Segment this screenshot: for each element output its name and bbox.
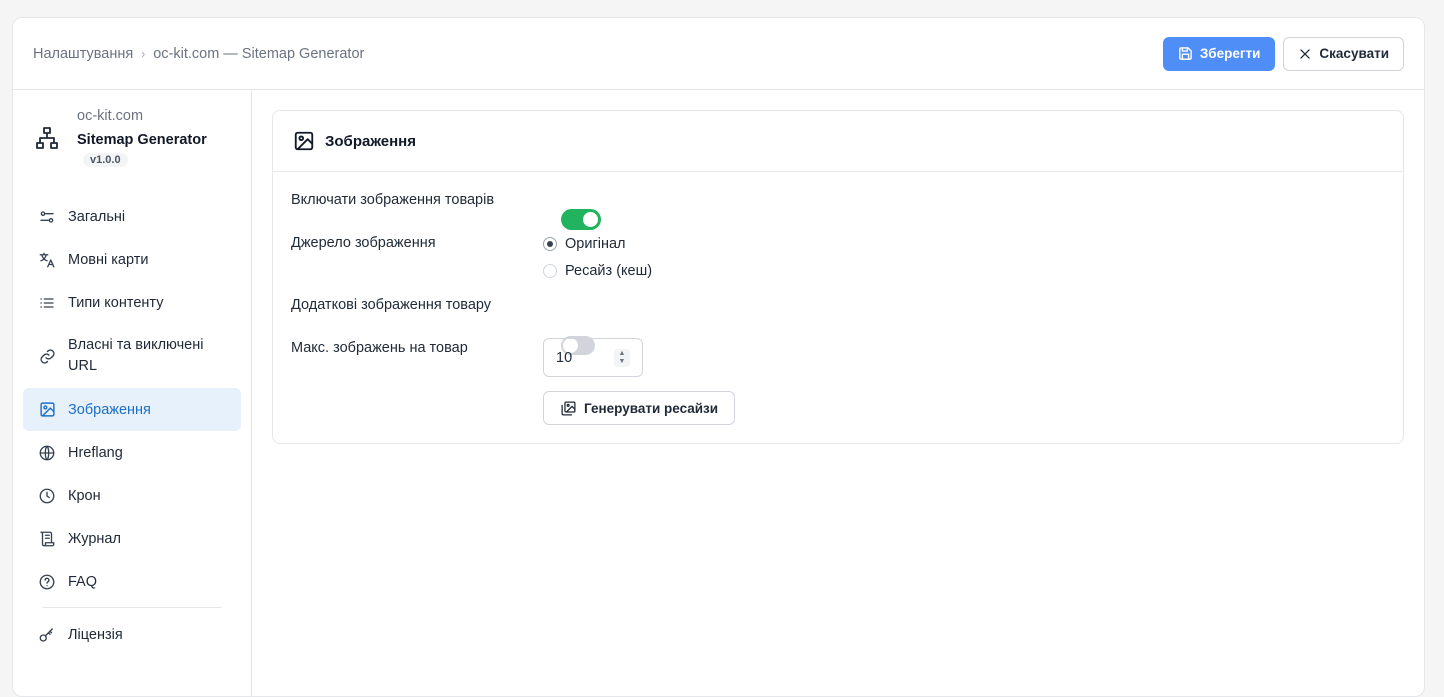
sidebar-item-label: Hreflang (68, 444, 123, 461)
sidebar-item-images[interactable]: Зображення (23, 388, 241, 431)
sidebar-item-label: Загальні (68, 208, 126, 225)
sidebar-item-hreflang[interactable]: Hreflang (23, 431, 241, 474)
image-source-radio-group: Оригінал Ресайз (кеш) (543, 234, 652, 281)
sidebar-item-label: Крон (68, 487, 101, 504)
radio-resize-cache[interactable]: Ресайз (кеш) (543, 261, 652, 281)
chevron-up-icon[interactable]: ▲ (619, 350, 626, 358)
list-icon (38, 294, 56, 312)
globe-icon (38, 444, 56, 462)
card-header: Зображення (273, 111, 1403, 172)
max-images-input[interactable]: 10 ▲ ▼ (543, 338, 643, 377)
chevron-down-icon[interactable]: ▼ (619, 358, 626, 366)
sidebar-item-custom-urls[interactable]: Власні та виключені URL (23, 324, 241, 388)
sidebar-item-label: Зображення (68, 401, 151, 418)
page-header: Налаштування › oc-kit.com — Sitemap Gene… (13, 18, 1424, 90)
breadcrumb-separator-icon: › (141, 46, 146, 61)
sidebar-item-label: FAQ (68, 573, 98, 590)
sliders-icon (38, 208, 56, 226)
images-settings-card: Зображення Включати зображення товарів Д… (272, 110, 1404, 444)
generate-button-label: Генерувати ресайзи (584, 400, 719, 416)
page-body: oc-kit.com Sitemap Generator v1.0.0 Зага… (13, 90, 1424, 697)
close-icon (1300, 48, 1311, 59)
toggle-knob (583, 212, 598, 227)
sidebar-item-label: Ліцензія (68, 626, 123, 643)
sidebar-item-label: Власні та виключені URL (68, 337, 204, 374)
radio-original[interactable]: Оригінал (543, 234, 652, 254)
sidebar-item-general[interactable]: Загальні (23, 195, 241, 238)
link-icon (38, 347, 56, 365)
generate-resizes-button[interactable]: Генерувати ресайзи (543, 391, 736, 425)
brand-texts: oc-kit.com Sitemap Generator v1.0.0 (77, 108, 207, 167)
save-button[interactable]: Зберегти (1162, 36, 1276, 71)
sidebar-item-journal[interactable]: Журнал (23, 517, 241, 560)
translate-icon (38, 251, 56, 269)
image-source-label: Джерело зображення (291, 235, 436, 251)
radio-button[interactable] (543, 237, 557, 251)
brand-site: oc-kit.com (77, 108, 144, 124)
additional-images-label: Додаткові зображення товару (291, 297, 492, 313)
app-window: Налаштування › oc-kit.com — Sitemap Gene… (12, 17, 1425, 697)
radio-button[interactable] (543, 264, 557, 278)
key-icon (38, 626, 56, 644)
include-images-toggle[interactable] (561, 209, 601, 230)
cancel-button-label: Скасувати (1319, 46, 1389, 61)
header-actions: Зберегти Скасувати (1162, 36, 1404, 71)
card-body: Включати зображення товарів Джерело зобр… (273, 172, 1403, 443)
version-badge: v1.0.0 (83, 153, 128, 167)
image-icon (38, 401, 56, 419)
max-images-label: Макс. зображень на товар (291, 340, 468, 356)
radio-label: Оригінал (565, 236, 626, 252)
breadcrumb-root[interactable]: Налаштування (33, 46, 133, 62)
scroll-icon (38, 530, 56, 548)
save-icon (1179, 47, 1192, 60)
brand-name: Sitemap Generator (77, 132, 207, 148)
sidebar-item-faq[interactable]: FAQ (23, 560, 241, 603)
sidebar-item-label: Типи контенту (68, 294, 164, 311)
breadcrumb: Налаштування › oc-kit.com — Sitemap Gene… (33, 46, 364, 62)
sidebar-item-cron[interactable]: Крон (23, 474, 241, 517)
card-title: Зображення (325, 132, 416, 150)
sidebar-item-language-maps[interactable]: Мовні карти (23, 238, 241, 281)
images-icon (561, 400, 576, 416)
number-stepper[interactable]: ▲ ▼ (614, 348, 630, 367)
save-button-label: Зберегти (1199, 46, 1261, 61)
sidebar-item-label: Журнал (68, 530, 121, 547)
breadcrumb-current: oc-kit.com — Sitemap Generator (153, 45, 365, 62)
sidebar: oc-kit.com Sitemap Generator v1.0.0 Зага… (13, 90, 252, 697)
sidebar-item-license[interactable]: Ліцензія (23, 613, 241, 656)
generate-button-wrap: Генерувати ресайзи (543, 391, 736, 425)
main-content: Зображення Включати зображення товарів Д… (252, 90, 1424, 697)
help-circle-icon (38, 573, 56, 591)
image-icon (294, 131, 314, 151)
clock-icon (38, 487, 56, 505)
sitemap-icon (36, 126, 58, 149)
sidebar-item-content-types[interactable]: Типи контенту (23, 281, 241, 324)
include-images-label: Включати зображення товарів (291, 192, 495, 208)
sidebar-item-label: Мовні карти (68, 251, 149, 268)
radio-label: Ресайз (кеш) (565, 263, 653, 279)
max-images-value: 10 (556, 349, 573, 366)
brand-block: oc-kit.com Sitemap Generator v1.0.0 (23, 106, 241, 167)
cancel-button[interactable]: Скасувати (1283, 36, 1404, 71)
sidebar-divider (43, 607, 221, 608)
